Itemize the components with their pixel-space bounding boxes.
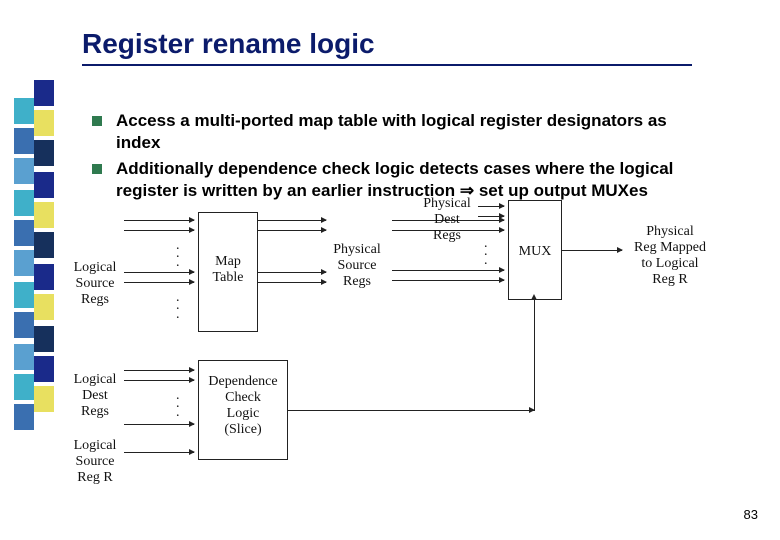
title-underline	[82, 64, 692, 66]
label-physical-dest-regs: PhysicalDestRegs	[416, 196, 478, 244]
label-physical-reg-mapped: PhysicalReg Mappedto LogicalReg R	[624, 224, 716, 288]
arrow-icon	[124, 230, 194, 231]
bullet-marker-icon	[92, 116, 102, 126]
arrow-icon	[258, 230, 326, 231]
sidebar-block	[14, 250, 34, 276]
sidebar-block	[34, 232, 54, 258]
page-number: 83	[744, 507, 758, 522]
bullet-list: Access a multi-ported map table with log…	[92, 110, 712, 206]
list-item: Additionally dependence check logic dete…	[92, 158, 712, 202]
rename-logic-diagram: LogicalSourceRegs ... ... MapTable Physi…	[70, 220, 730, 480]
sidebar-block	[34, 356, 54, 382]
label-dependence-check: DependenceCheckLogic(Slice)	[200, 374, 286, 438]
label-mux: MUX	[510, 244, 560, 260]
arrow-icon	[124, 272, 194, 273]
arrow-icon	[124, 380, 194, 381]
label-map-table: MapTable	[200, 254, 256, 286]
sidebar-block	[14, 220, 34, 246]
arrowhead-icon	[531, 294, 537, 300]
arrow-icon	[392, 270, 504, 271]
arrow-icon	[562, 250, 622, 251]
sidebar-block	[34, 202, 54, 228]
sidebar-block	[14, 190, 34, 216]
dots-icon: ...	[176, 392, 180, 417]
slide-title: Register rename logic	[82, 28, 375, 60]
sidebar-block	[14, 128, 34, 154]
sidebar-block	[34, 264, 54, 290]
sidebar-block	[34, 386, 54, 412]
dots-icon: ...	[176, 294, 180, 319]
arrow-icon	[124, 452, 194, 453]
list-item: Access a multi-ported map table with log…	[92, 110, 712, 154]
sidebar-block	[14, 98, 34, 124]
sidebar-block	[14, 374, 34, 400]
line-icon	[534, 300, 535, 411]
bullet-text: Additionally dependence check logic dete…	[116, 158, 712, 202]
sidebar-block	[34, 172, 54, 198]
sidebar-block	[34, 110, 54, 136]
label-logical-source-regs: LogicalSourceRegs	[66, 260, 124, 308]
arrow-icon	[124, 282, 194, 283]
arrow-icon	[124, 424, 194, 425]
sidebar-block	[34, 80, 54, 106]
decorative-sidebar	[0, 80, 58, 460]
arrow-icon	[392, 280, 504, 281]
arrow-icon	[478, 206, 504, 207]
line-icon	[288, 410, 534, 411]
arrow-icon	[258, 220, 326, 221]
bullet-marker-icon	[92, 164, 102, 174]
sidebar-block	[14, 344, 34, 370]
label-logical-dest-regs: LogicalDestRegs	[66, 372, 124, 420]
bullet-text: Access a multi-ported map table with log…	[116, 110, 712, 154]
sidebar-block	[14, 312, 34, 338]
label-logical-source-reg-r: LogicalSourceReg R	[66, 438, 124, 486]
label-physical-source-regs: PhysicalSourceRegs	[324, 242, 390, 290]
arrow-icon	[124, 220, 194, 221]
dots-icon: ...	[484, 240, 488, 265]
sidebar-block	[14, 158, 34, 184]
sidebar-block	[14, 404, 34, 430]
arrow-icon	[124, 370, 194, 371]
sidebar-block	[34, 294, 54, 320]
arrow-icon	[258, 272, 326, 273]
sidebar-block	[14, 282, 34, 308]
sidebar-block	[34, 140, 54, 166]
sidebar-block	[34, 326, 54, 352]
arrow-icon	[258, 282, 326, 283]
dots-icon: ...	[176, 242, 180, 267]
arrow-icon	[478, 216, 504, 217]
